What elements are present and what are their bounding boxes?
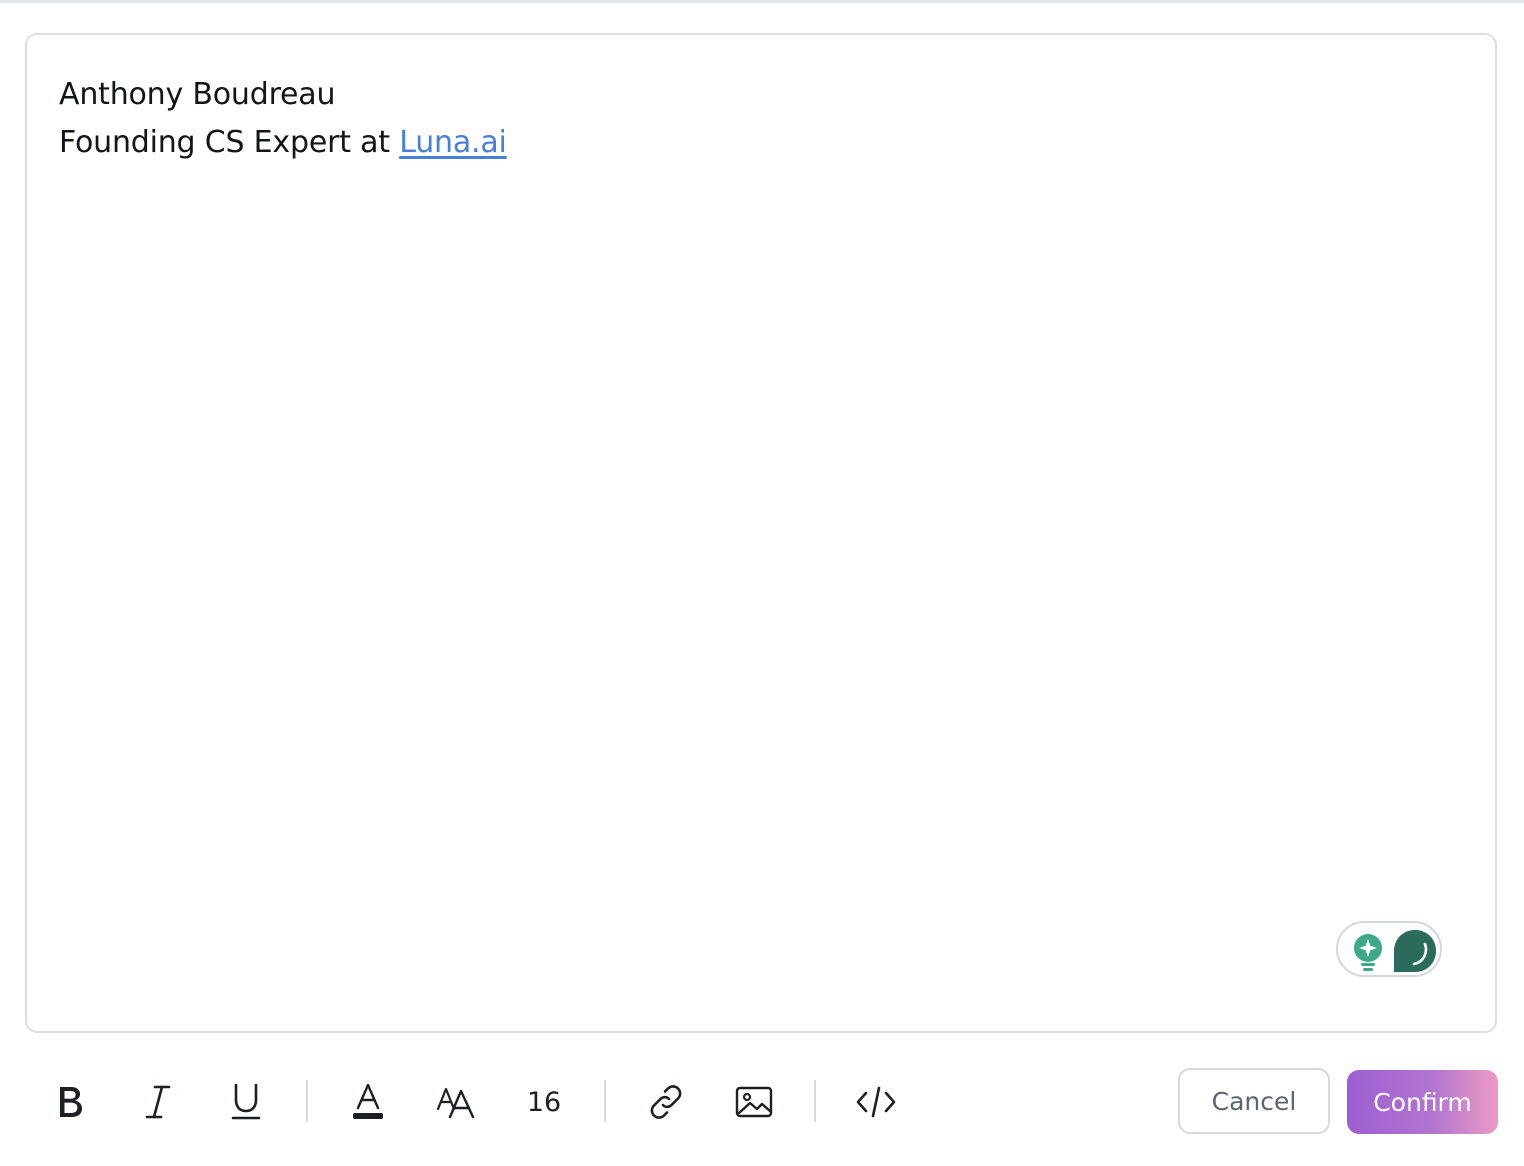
bold-button[interactable] [48, 1080, 92, 1124]
company-link[interactable]: Luna.ai [399, 125, 507, 160]
code-button[interactable] [854, 1080, 898, 1124]
image-button[interactable] [732, 1080, 776, 1124]
top-edge-divider [0, 0, 1524, 3]
font-size-value[interactable]: 16 [522, 1080, 566, 1124]
link-button[interactable] [644, 1080, 688, 1124]
image-icon [735, 1086, 773, 1118]
editor-content[interactable]: Anthony Boudreau Founding CS Expert at L… [59, 71, 507, 167]
chat-bubble-icon[interactable] [1392, 928, 1438, 974]
assistant-widget[interactable] [1336, 921, 1442, 977]
cancel-button[interactable]: Cancel [1178, 1068, 1330, 1134]
signature-title-text: Founding CS Expert at [59, 125, 400, 160]
text-color-button[interactable] [346, 1080, 390, 1124]
text-color-icon [353, 1083, 383, 1119]
signature-name-line: Anthony Boudreau [59, 77, 336, 112]
italic-icon [145, 1085, 171, 1119]
font-size-icon [436, 1087, 475, 1119]
lightbulb-sparkle-icon[interactable] [1352, 934, 1384, 972]
font-size-button[interactable] [434, 1080, 478, 1124]
underline-icon [231, 1083, 261, 1120]
underline-button[interactable] [224, 1080, 268, 1124]
confirm-button[interactable]: Confirm [1347, 1070, 1498, 1134]
link-icon [650, 1085, 682, 1119]
toolbar-separator [604, 1080, 606, 1122]
italic-button[interactable] [136, 1080, 180, 1124]
toolbar-separator [306, 1080, 308, 1122]
formatting-toolbar: 16 Cancel Confirm [0, 1058, 1524, 1146]
signature-editor[interactable]: Anthony Boudreau Founding CS Expert at L… [25, 33, 1497, 1033]
toolbar-separator [814, 1080, 816, 1122]
bold-icon [60, 1087, 82, 1117]
code-icon [856, 1086, 896, 1118]
signature-title-line: Founding CS Expert at Luna.ai [59, 119, 507, 167]
